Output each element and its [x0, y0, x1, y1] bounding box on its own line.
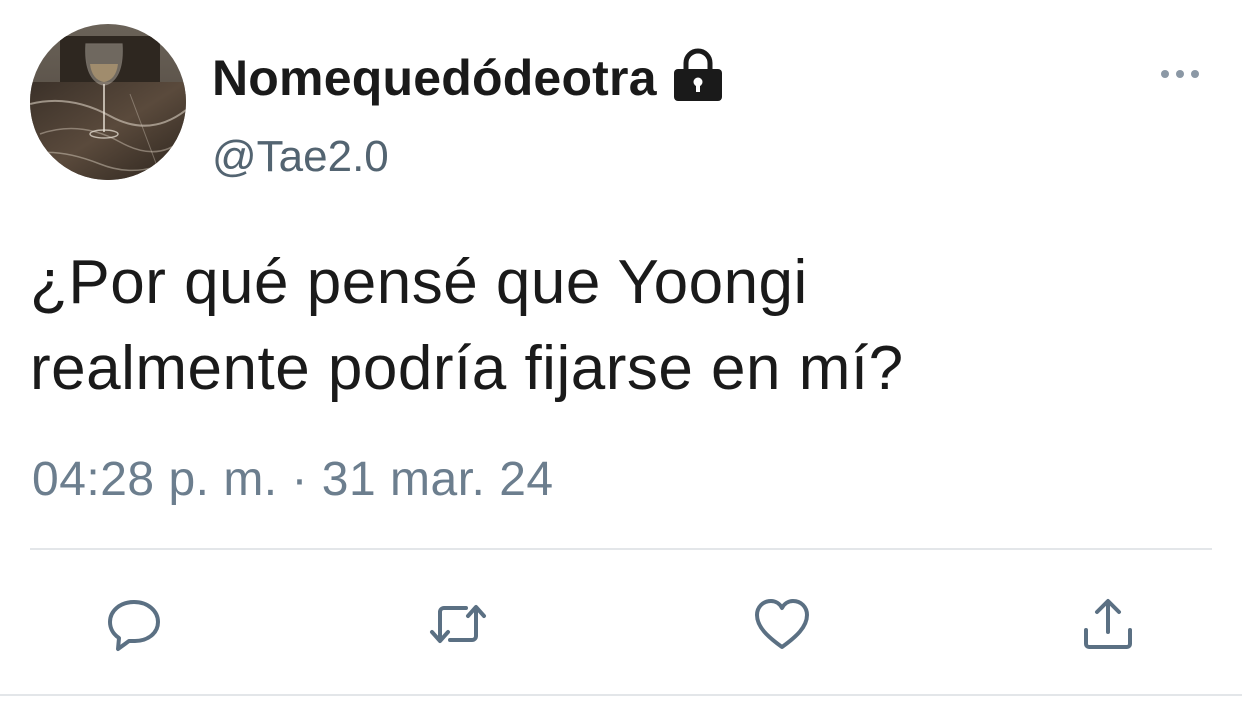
- more-options-button[interactable]: [1150, 56, 1210, 92]
- author-name-row: Nomequedódeotra: [212, 46, 727, 110]
- avatar[interactable]: [30, 24, 186, 180]
- divider: [30, 548, 1212, 550]
- tweet-text: ¿Por qué pensé que Yoongi realmente podr…: [30, 240, 1210, 412]
- lock-icon: [669, 47, 727, 103]
- like-button[interactable]: [752, 594, 812, 654]
- heart-icon: [755, 599, 809, 649]
- tweet-timestamp[interactable]: 04:28 p. m. · 31 mar. 24: [32, 452, 554, 507]
- reply-button[interactable]: [104, 594, 164, 654]
- display-name[interactable]: Nomequedódeotra: [212, 49, 657, 107]
- tweet-text-line: realmente podría fijarse en mí?: [30, 334, 904, 403]
- share-icon: [1084, 599, 1132, 649]
- avatar-image: [30, 24, 186, 180]
- share-button[interactable]: [1078, 594, 1138, 654]
- retweet-icon: [430, 605, 486, 643]
- reply-icon: [108, 600, 160, 651]
- divider: [0, 694, 1242, 696]
- tweet-text-line: ¿Por qué pensé que Yoongi: [30, 248, 808, 317]
- user-handle[interactable]: @Tae2.0: [212, 132, 389, 182]
- retweet-button[interactable]: [428, 594, 488, 654]
- more-horizontal-icon: [1161, 70, 1199, 78]
